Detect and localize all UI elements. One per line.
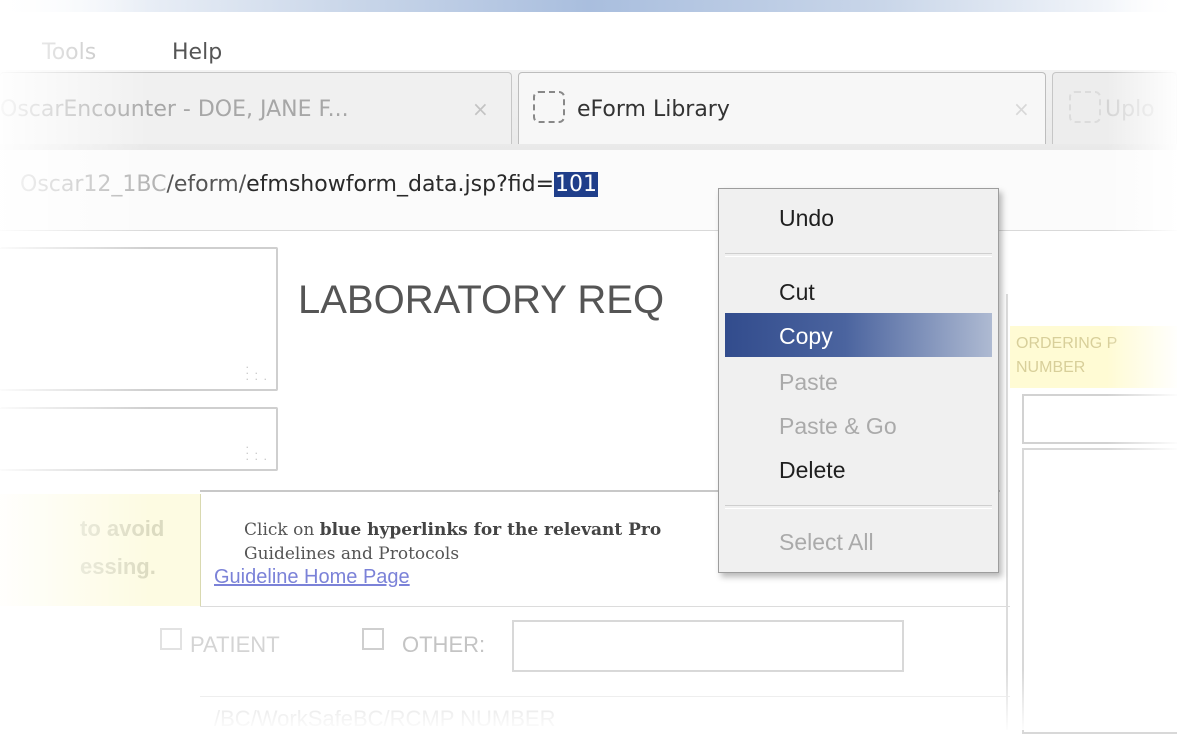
close-tab-icon[interactable]: × [1013,97,1030,121]
menu-item-cut[interactable]: Cut [779,279,815,306]
tab-label: Uplo [1105,97,1155,122]
info-text: Click on blue hyperlinks for the relevan… [244,520,661,540]
tab-oscar-encounter[interactable]: OscarEncounter - DOE, JANE F... × [0,72,512,144]
url-host-part: Oscar12_1BC [20,172,167,197]
info-text-line2: Guidelines and Protocols [244,544,460,564]
close-tab-icon[interactable]: × [472,97,489,121]
ordering-number-input[interactable] [1022,394,1177,444]
tab-upload[interactable]: Uplo [1052,72,1177,144]
menu-item-copy-highlight[interactable] [725,313,992,357]
tab-eform-library[interactable]: eForm Library × [518,72,1046,144]
resize-grip-icon[interactable]: · · · · · · [246,362,268,385]
phone-textarea[interactable]: · · · · · · [0,407,278,471]
context-menu: Undo Cut Copy Paste Paste & Go Delete Se… [718,188,999,573]
menu-separator [725,253,992,257]
resize-grip-icon[interactable]: · · · · · · [246,442,268,465]
patient-label: PATIENT [190,632,280,657]
ordering-label: ORDERING P NUMBER [1016,335,1118,376]
menu-item-select-all[interactable]: Select All [779,529,874,556]
warning-text: essing. [80,554,156,579]
form-title: LABORATORY REQ [298,278,665,322]
tab-label: eForm Library [577,97,730,122]
page-favicon-icon [1069,91,1101,123]
url-file-part: efmshowform_data.jsp?fid= [246,172,555,197]
warning-box [0,494,201,606]
other-checkbox[interactable] [362,628,384,650]
menu-separator [725,505,992,509]
warning-text: to avoid [80,516,165,541]
info-prefix: Click on [244,520,320,540]
page-favicon-icon [533,91,565,123]
menu-item-paste-and-go[interactable]: Paste & Go [779,413,897,440]
number-label: /BC/WorkSafeBC/RCMP NUMBER [214,706,556,731]
menu-item-copy[interactable]: Copy [779,323,833,350]
patient-checkbox[interactable] [160,628,182,650]
menu-item-delete[interactable]: Delete [779,457,845,484]
menu-tools[interactable]: Tools [42,40,96,65]
menu-help[interactable]: Help [172,40,222,65]
address-textarea[interactable]: · · · · · · [0,247,278,391]
url-selected-text: 101 [554,172,599,197]
other-input[interactable] [512,620,904,672]
window-title-bar [0,0,1177,12]
divider [200,696,1010,697]
other-label: OTHER: [402,632,486,657]
url-field[interactable]: Oscar12_1BC/eform/efmshowform_data.jsp?f… [20,172,599,197]
guideline-home-link[interactable]: Guideline Home Page [214,566,410,589]
menu-item-paste[interactable]: Paste [779,369,838,396]
info-bold: blue hyperlinks for the relevant Pro [319,520,662,540]
tab-label: OscarEncounter - DOE, JANE F... [0,97,349,122]
divider [200,606,1010,607]
ordering-textarea[interactable] [1022,448,1177,734]
menu-bar: Tools Help [0,14,1177,72]
menu-item-undo[interactable]: Undo [779,205,834,232]
url-path-part: /eform/ [166,172,247,197]
